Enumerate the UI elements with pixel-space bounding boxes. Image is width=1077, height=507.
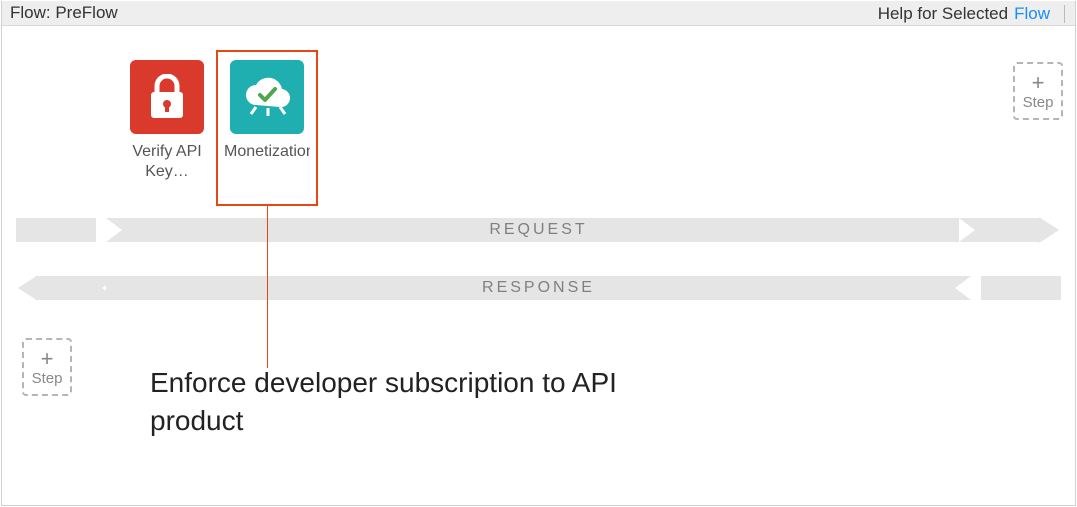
callout-line [267, 206, 268, 368]
help-flow-link[interactable]: Flow [1014, 4, 1050, 24]
policy-verify-api-key[interactable]: Verify API Key… [124, 60, 210, 182]
arrow-left-icon [18, 275, 38, 301]
policy-label: Verify API Key… [124, 142, 210, 182]
selection-highlight [216, 50, 318, 206]
flow-canvas: Verify API Key… Monetization-… + Step RE [2, 26, 1075, 505]
request-label: REQUEST [489, 221, 587, 239]
add-step-response-button[interactable]: + Step [22, 338, 72, 396]
help-for-selected-label: Help for Selected [878, 4, 1008, 24]
annotation-text: Enforce developer subscription to API pr… [150, 364, 650, 440]
lock-icon [130, 60, 204, 134]
response-bar: RESPONSE [106, 276, 971, 300]
editor-header: Flow: PreFlow Help for Selected Flow [2, 1, 1075, 26]
request-bar-segment [16, 218, 96, 242]
add-step-request-button[interactable]: + Step [1013, 62, 1063, 120]
response-label: RESPONSE [482, 279, 595, 297]
response-bar-segment [981, 276, 1061, 300]
header-divider [1064, 5, 1065, 23]
plus-icon: + [1032, 72, 1045, 94]
add-step-label: Step [32, 370, 63, 387]
request-bar: REQUEST [106, 218, 971, 242]
add-step-label: Step [1023, 94, 1054, 111]
request-bar-segment [959, 218, 1039, 242]
arrow-right-icon [1039, 217, 1059, 243]
flow-title: Flow: PreFlow [10, 3, 118, 23]
plus-icon: + [41, 348, 54, 370]
